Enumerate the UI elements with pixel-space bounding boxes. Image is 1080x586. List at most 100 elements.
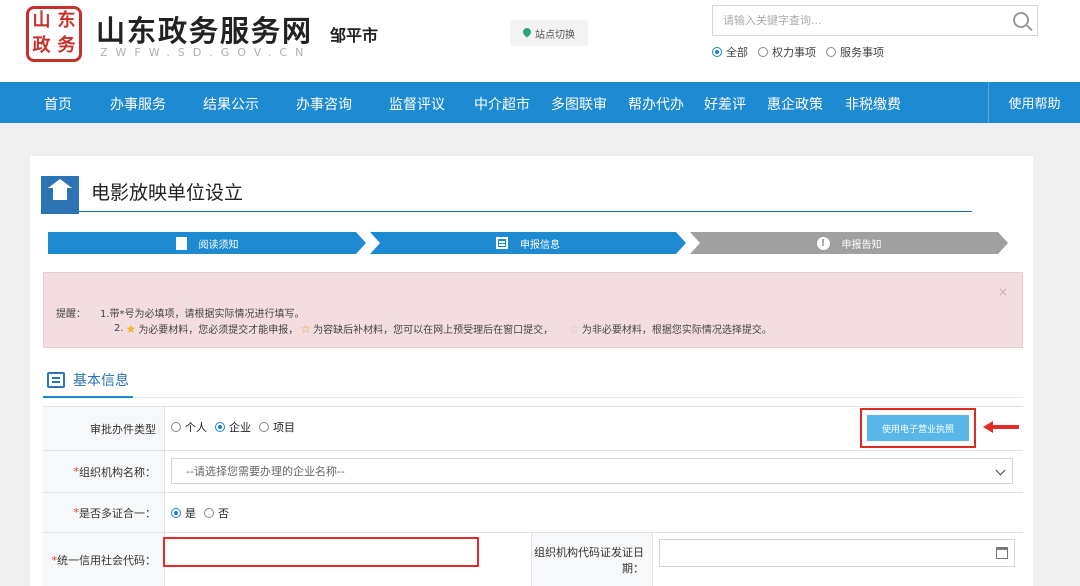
home-icon[interactable] — [41, 176, 79, 214]
org-name-select[interactable]: --请选择您需要办理的企业名称-- — [171, 458, 1013, 484]
exclamation-icon: ! — [816, 236, 830, 250]
site-logo-seal[interactable]: 山 东 政 务 — [26, 6, 82, 62]
field-label-text: 统一信用社会代码： — [57, 553, 156, 567]
scope-option-label: 全部 — [726, 46, 748, 59]
scope-option-service[interactable]: 服务事项 — [826, 44, 884, 60]
content-panel: 电影放映单位设立 阅读须知 申报信息 ! 申报告知 × 提醒： 1.带*号为必填项… — [30, 156, 1033, 586]
field-label-text: 组织机构名称： — [79, 465, 156, 479]
notice-text: 为容缺后补材料，您可以在网上预受理后在窗口提交， — [313, 325, 554, 336]
radio-label: 个人 — [185, 421, 207, 434]
logo-char: 务 — [57, 35, 76, 56]
site-name[interactable]: 山东政务服务网 — [96, 8, 313, 50]
radio-individual[interactable] — [171, 422, 181, 432]
notice-line-prefix: 2. — [114, 323, 124, 334]
section-tab-basic-info[interactable]: 基本信息 — [43, 364, 133, 398]
scope-option-all[interactable]: 全部 — [712, 44, 748, 60]
logo-char: 政 — [32, 35, 51, 56]
notice-line-1: 1.带*号为必填项，请根据实际情况进行填写。 — [100, 309, 305, 320]
field-label: * 组织机构名称： — [43, 451, 165, 492]
field-label: 审批办件类型 — [43, 407, 165, 450]
form-icon — [496, 237, 508, 249]
nav-item-services[interactable]: 办事服务 — [110, 94, 166, 114]
notice-line-2: 2. ★ 为必要材料，您必须提交才能申报， ☆ 为容缺后补材料，您可以在网上预受… — [114, 321, 772, 337]
page-title: 电影放映单位设立 — [91, 182, 244, 204]
approval-type-radios: 个人 企业 项目 — [171, 419, 299, 435]
org-code-date-input[interactable] — [659, 539, 1015, 567]
highlight-frame: 使用电子营业执照 — [860, 408, 976, 448]
search-icon[interactable] — [1013, 12, 1029, 28]
nav-item-assisted[interactable]: 帮办代办 — [628, 94, 684, 114]
form-row-org-name: * 组织机构名称： --请选择您需要办理的企业名称-- — [43, 450, 1023, 492]
nav-item-policies[interactable]: 惠企政策 — [767, 94, 823, 114]
radio-yes[interactable] — [171, 508, 181, 518]
search-input[interactable] — [713, 6, 993, 35]
scope-option-power[interactable]: 权力事项 — [758, 44, 816, 60]
notice-label: 提醒： — [56, 309, 86, 320]
radio-selected-icon — [712, 47, 722, 57]
nav-item-agency-market[interactable]: 中介超市 — [474, 94, 530, 114]
nav-item-results[interactable]: 结果公示 — [203, 94, 259, 114]
deferred-star-icon: ☆ — [300, 321, 312, 336]
step-notification[interactable]: ! 申报告知 — [690, 232, 1008, 254]
notice-box: × 提醒： 1.带*号为必填项，请根据实际情况进行填写。 2. ★ 为必要材料，… — [43, 272, 1023, 348]
nav-item-consult[interactable]: 办事咨询 — [296, 94, 352, 114]
step-label: 阅读须知 — [198, 239, 239, 251]
radio-enterprise[interactable] — [215, 422, 225, 432]
radio-icon — [758, 47, 768, 57]
logo-char: 山 — [32, 10, 51, 31]
calendar-icon[interactable] — [996, 547, 1008, 559]
search-box — [712, 5, 1038, 36]
chevron-down-icon — [995, 465, 1006, 476]
select-placeholder: --请选择您需要办理的企业名称-- — [186, 465, 345, 478]
nav-item-supervision[interactable]: 监督评议 — [389, 94, 445, 114]
arrow-left-icon — [983, 421, 1019, 433]
radio-label: 否 — [218, 507, 229, 520]
required-star-icon: ★ — [125, 321, 137, 336]
logo-char: 东 — [57, 10, 76, 31]
field-label: 组织机构代码证发证日期： — [531, 533, 653, 586]
optional-star-icon: ☆ — [569, 321, 580, 336]
credit-code-input[interactable] — [163, 537, 479, 567]
radio-project[interactable] — [259, 422, 269, 432]
step-fill-info[interactable]: 申报信息 — [370, 232, 686, 254]
scope-option-label: 权力事项 — [772, 46, 816, 59]
multi-cert-radios: 是 否 — [171, 505, 233, 521]
basic-info-form: 审批办件类型 个人 企业 项目 使用电子营业执照 * 组织机构名称： --请选择您… — [43, 406, 1023, 586]
radio-label: 项目 — [273, 421, 295, 434]
search-scope-options: 全部 权力事项 服务事项 — [712, 44, 884, 60]
section-header: 基本信息 — [43, 364, 1023, 398]
field-label: * 是否多证合一： — [43, 493, 165, 532]
field-label: *统一信用社会代码： — [43, 533, 165, 586]
list-icon — [47, 372, 65, 388]
location-pin-icon — [523, 28, 531, 38]
radio-label: 企业 — [229, 421, 251, 434]
nav-item-home[interactable]: 首页 — [44, 94, 72, 114]
site-switch-button[interactable]: 站点切换 — [510, 20, 588, 46]
form-row-approval-type: 审批办件类型 个人 企业 项目 使用电子营业执照 — [43, 406, 1023, 450]
nav-item-rating[interactable]: 好差评 — [704, 94, 746, 114]
site-header: 山 东 政 务 山东政务服务网 ZWFW.SD.GOV.CN 邹平市 站点切换 … — [0, 0, 1080, 82]
main-nav: 首页 办事服务 结果公示 办事咨询 监督评议 中介超市 多图联审 帮办代办 好差… — [0, 82, 1080, 123]
radio-icon — [826, 47, 836, 57]
scope-option-label: 服务事项 — [840, 46, 884, 59]
page-title-row: 电影放映单位设立 — [41, 176, 972, 214]
document-icon — [175, 236, 187, 250]
field-label-text: 是否多证合一： — [79, 506, 156, 520]
step-read-notice[interactable]: 阅读须知 — [48, 232, 366, 254]
form-row-multi-cert: * 是否多证合一： 是 否 — [43, 492, 1023, 532]
use-e-license-button[interactable]: 使用电子营业执照 — [867, 415, 969, 441]
radio-label: 是 — [185, 507, 196, 520]
nav-item-fees[interactable]: 非税缴费 — [845, 94, 901, 114]
step-progress: 阅读须知 申报信息 ! 申报告知 — [48, 232, 1018, 254]
notice-text: 为必要材料，您必须提交才能申报， — [138, 325, 299, 336]
close-icon[interactable]: × — [998, 285, 1008, 299]
notice-text: 为非必要材料，根据您实际情况选择提交。 — [581, 325, 772, 336]
nav-item-joint-review[interactable]: 多图联审 — [551, 94, 607, 114]
section-title: 基本信息 — [73, 373, 129, 389]
city-name: 邹平市 — [330, 26, 379, 45]
radio-no[interactable] — [204, 508, 214, 518]
help-button[interactable]: 使用帮助 — [988, 82, 1080, 123]
form-row-credit-code: *统一信用社会代码： 组织机构代码证发证日期： — [43, 532, 1023, 586]
step-label: 申报信息 — [520, 239, 560, 251]
site-domain: ZWFW.SD.GOV.CN — [100, 46, 312, 59]
